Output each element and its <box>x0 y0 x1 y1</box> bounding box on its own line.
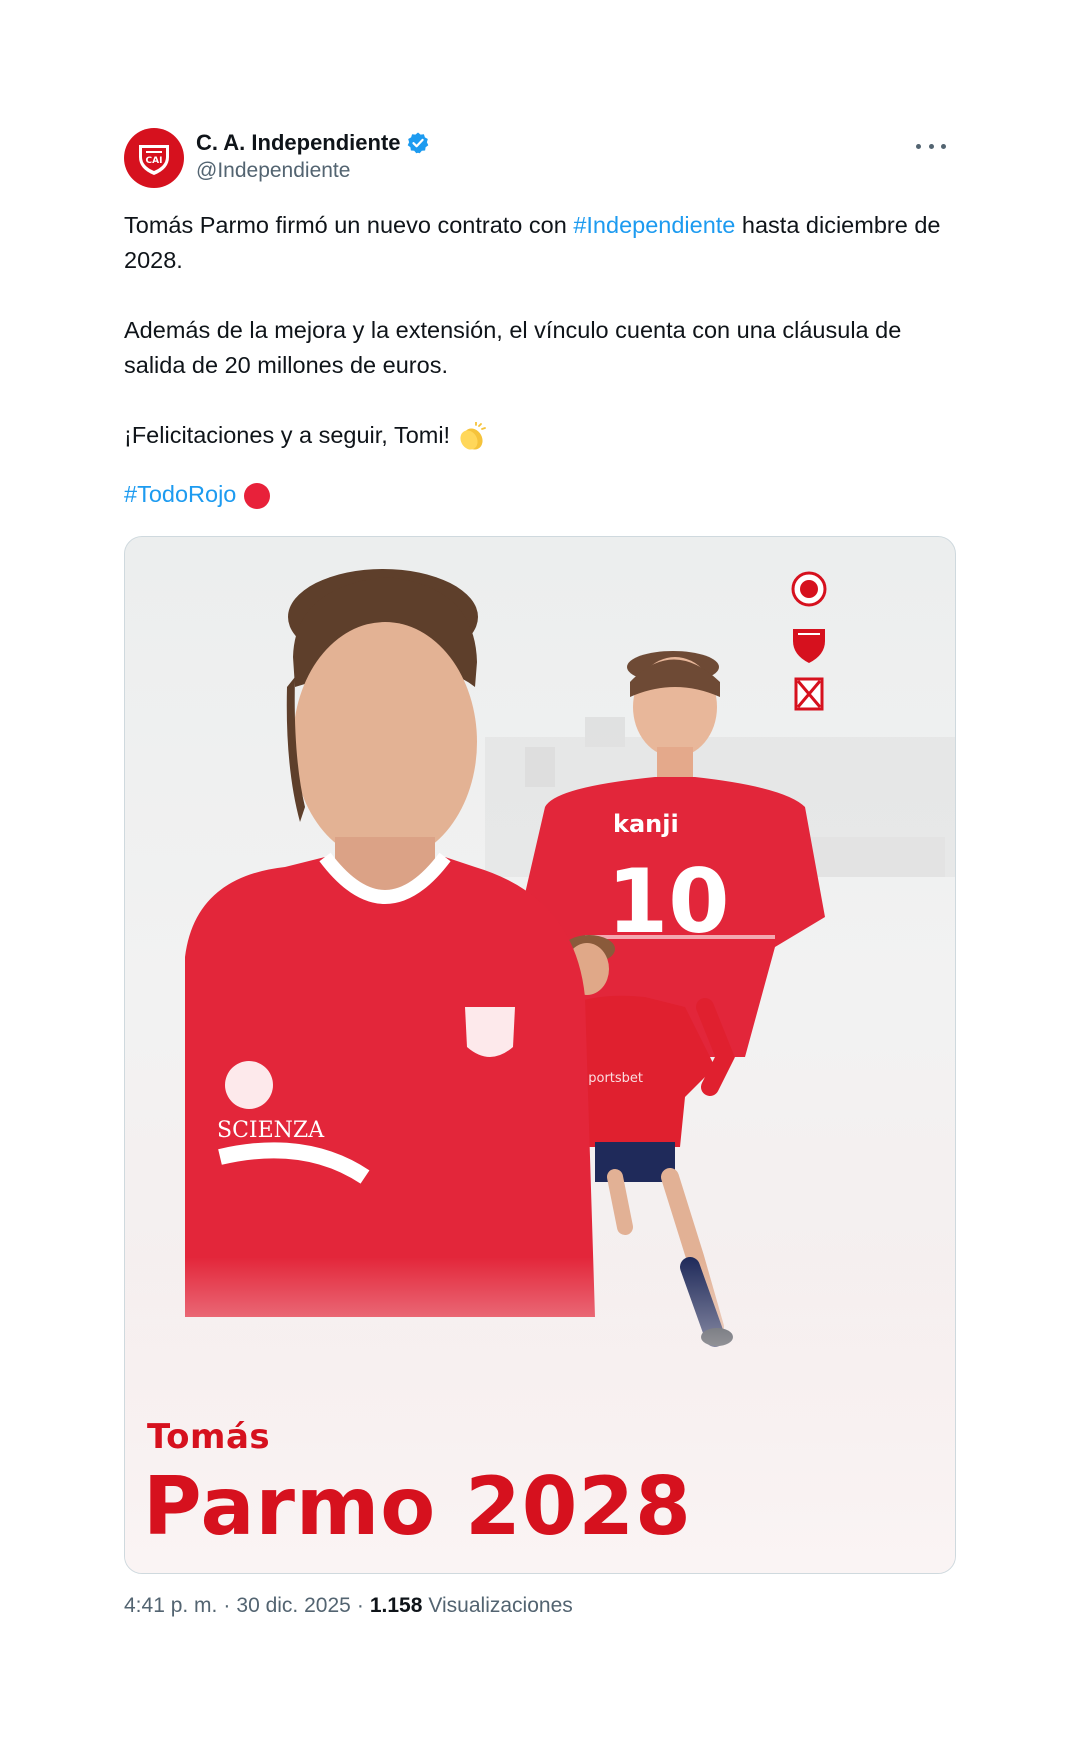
meta-separator: · <box>223 1594 231 1617</box>
flag-crest-icon <box>794 677 824 711</box>
text-segment: Tomás Parmo firmó un nuevo contrato con <box>124 212 574 238</box>
tweet-header: CAI C. A. Independiente @Independiente <box>124 118 956 194</box>
shield-crest-icon <box>793 629 825 663</box>
svg-text:10: 10 <box>607 850 729 953</box>
tweet-meta: 4:41 p. m. · 30 dic. 2025 · 1.158 Visual… <box>124 1594 956 1618</box>
svg-text:kanji: kanji <box>613 810 679 838</box>
verified-badge-icon <box>407 132 428 154</box>
text-segment: ¡Felicitaciones y a seguir, Tomi! <box>124 422 457 448</box>
clapping-hands-icon <box>460 421 486 450</box>
meta-separator: · <box>356 1594 364 1617</box>
svg-text:SCIENZA: SCIENZA <box>217 1118 325 1143</box>
tweet-text: Tomás Parmo firmó un nuevo contrato con … <box>124 208 956 512</box>
tweet-paragraph-2: Además de la mejora y la extensión, el v… <box>124 317 902 378</box>
handle[interactable]: @Independiente <box>196 159 430 183</box>
views-count[interactable]: 1.158 <box>370 1594 423 1618</box>
tweet-date[interactable]: 30 dic. 2025 <box>236 1594 350 1618</box>
tweet-paragraph-1: Tomás Parmo firmó un nuevo contrato con … <box>124 208 956 278</box>
tweet-media-image[interactable]: kanji 10 Sportsbet SCIENZA Tomás Parmo 2… <box>124 536 956 1574</box>
tweet-paragraph-4: #TodoRojo <box>124 477 956 512</box>
display-name[interactable]: C. A. Independiente <box>196 130 401 156</box>
svg-text:Sportsbet: Sportsbet <box>580 1071 643 1086</box>
poster-last-name: Parmo 2028 <box>143 1460 692 1553</box>
independiente-crest-icon: CAI <box>139 145 169 175</box>
hashtag-independiente[interactable]: #Independiente <box>573 212 735 238</box>
svg-text:CAI: CAI <box>146 156 163 166</box>
club-badge-icon <box>791 571 827 607</box>
views-label: Visualizaciones <box>428 1594 573 1617</box>
red-circle-icon <box>243 482 270 509</box>
tweet-paragraph-3: ¡Felicitaciones y a seguir, Tomi! <box>124 418 956 453</box>
author-names: C. A. Independiente @Independiente <box>196 130 430 183</box>
tweet-time[interactable]: 4:41 p. m. <box>124 1594 217 1618</box>
poster-first-name: Tomás <box>147 1417 271 1457</box>
tweet-card: CAI C. A. Independiente @Independiente T… <box>124 118 956 1618</box>
avatar[interactable]: CAI <box>124 128 184 188</box>
hashtag-todorojo[interactable]: #TodoRojo <box>124 481 236 507</box>
more-options-icon[interactable] <box>916 136 946 156</box>
